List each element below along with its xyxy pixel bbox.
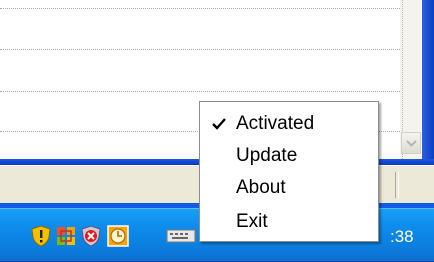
- tray-clock[interactable]: :38: [390, 226, 430, 248]
- menu-item-label: Update: [236, 145, 298, 166]
- checkmark-icon: [212, 118, 226, 130]
- menu-item-label: About: [236, 177, 286, 198]
- clock-app-icon[interactable]: [107, 225, 129, 247]
- menu-item-about[interactable]: About: [201, 172, 377, 204]
- menu-item-label: Exit: [236, 211, 268, 232]
- menu-item-exit[interactable]: Exit: [201, 206, 377, 238]
- menu-item-activated[interactable]: Activated: [201, 108, 377, 140]
- security-shield-icon[interactable]: [30, 225, 52, 247]
- grid-line: [0, 8, 404, 9]
- tray-context-menu: Activated Update About Exit: [199, 101, 379, 242]
- menu-item-update[interactable]: Update: [201, 140, 377, 172]
- scroll-down-button[interactable]: [401, 132, 421, 154]
- menu-item-label: Activated: [236, 113, 315, 134]
- grid-line: [0, 91, 404, 92]
- chevron-down-icon: [406, 140, 417, 147]
- keyboard-icon[interactable]: [166, 225, 196, 247]
- network-grid-icon[interactable]: [55, 225, 77, 247]
- antivirus-shield-icon[interactable]: [80, 225, 102, 247]
- grid-line: [0, 49, 404, 50]
- status-divider: [395, 172, 399, 198]
- window-frame-right: [422, 0, 434, 165]
